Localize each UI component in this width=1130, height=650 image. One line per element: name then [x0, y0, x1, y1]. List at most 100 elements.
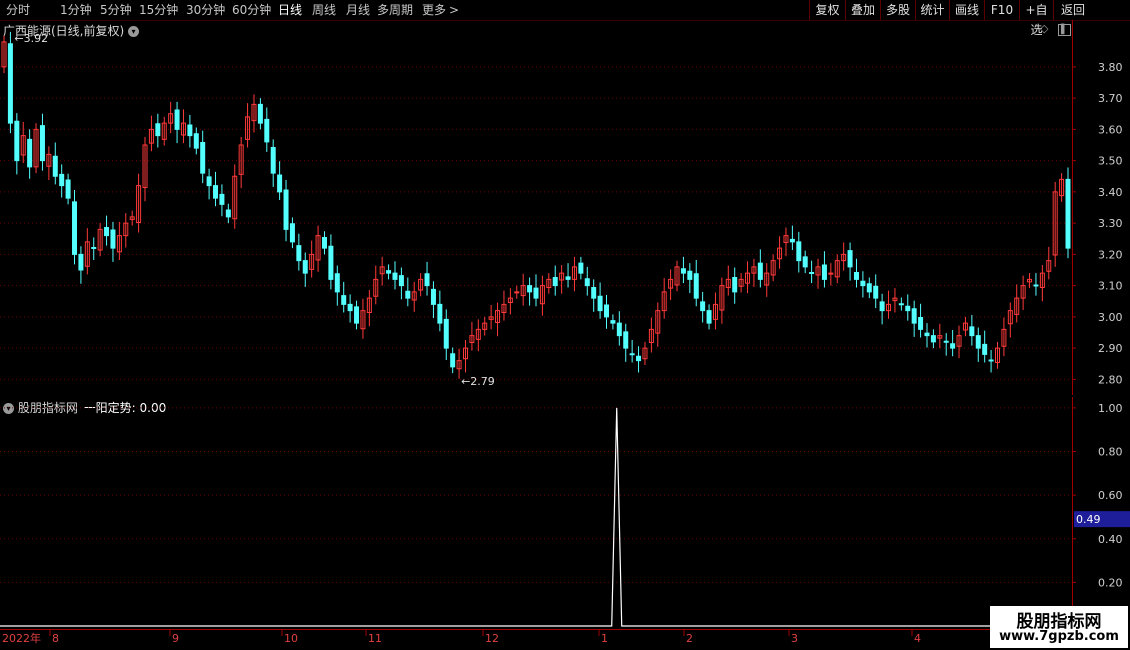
- x-tick-label: 2: [686, 632, 693, 645]
- candle-body: [796, 241, 802, 262]
- candlestick-chart[interactable]: 3.80 3.70 3.60 3.50 3.40 3.30 3.20 3.10 3.00 2.90…: [0, 20, 1130, 395]
- candle-body: [39, 125, 45, 162]
- candle: [1020, 275, 1026, 310]
- candle: [1065, 167, 1071, 259]
- toolbar-button[interactable]: 统计: [915, 0, 949, 20]
- candle: [648, 317, 654, 353]
- candle: [193, 127, 199, 155]
- candle: [482, 316, 488, 336]
- candle-body: [405, 290, 411, 299]
- candle: [136, 173, 142, 233]
- candle: [674, 260, 680, 292]
- candle: [539, 275, 545, 316]
- candle: [924, 323, 930, 348]
- candle: [302, 252, 308, 287]
- candle-body: [14, 120, 20, 162]
- indicator-chart[interactable]: 1.00 0.80 0.60 0.40 0.20 0.49: [0, 397, 1130, 629]
- timeframe-tab[interactable]: 日线: [278, 1, 302, 19]
- timeframe-tab[interactable]: 月线: [346, 1, 370, 19]
- timeframe-tab[interactable]: 更多: [422, 1, 446, 19]
- y-tick-label: 1.00: [1098, 402, 1123, 415]
- y-tick-label: 2.80: [1098, 373, 1123, 386]
- candle: [629, 340, 635, 363]
- candle: [174, 101, 180, 144]
- toolbar-button[interactable]: 画线: [949, 0, 984, 20]
- candle-body: [321, 237, 327, 249]
- candle: [277, 161, 283, 200]
- timeframe-tab[interactable]: 1分钟: [60, 1, 92, 19]
- candle-body: [219, 193, 225, 205]
- candle: [386, 264, 392, 280]
- x-tick-label: 8: [52, 632, 59, 645]
- date-axis: 2022年 8 9 10 11 12 1 2 3 4: [0, 629, 1072, 645]
- x-tick-label: 11: [368, 632, 382, 645]
- candle-body: [924, 332, 930, 337]
- x-tick-label: 3: [791, 632, 798, 645]
- candle-body: [610, 320, 616, 324]
- timeframe-tab[interactable]: 多周期: [377, 1, 413, 19]
- candle: [168, 101, 174, 134]
- candle: [46, 146, 52, 180]
- timeframe-tab[interactable]: 周线: [312, 1, 336, 19]
- candle: [950, 330, 956, 357]
- candle-body: [969, 326, 975, 337]
- candle: [693, 260, 699, 307]
- candle: [751, 258, 757, 287]
- candle: [238, 136, 244, 189]
- candle: [7, 31, 13, 134]
- candle: [655, 302, 661, 347]
- toolbar-button[interactable]: 叠加: [845, 0, 880, 20]
- candle: [142, 136, 148, 202]
- timeframe-tab[interactable]: 15分钟: [139, 1, 178, 19]
- candle: [597, 282, 603, 319]
- candle: [930, 329, 936, 349]
- candle: [418, 273, 424, 297]
- toolbar-button[interactable]: 返回: [1053, 0, 1092, 20]
- toolbar-button[interactable]: F10: [984, 0, 1019, 20]
- candle: [450, 347, 456, 374]
- x-tick-label: 12: [485, 632, 499, 645]
- candle: [591, 279, 597, 312]
- candle-body: [443, 318, 449, 349]
- candle: [155, 113, 161, 148]
- candle-body: [847, 250, 853, 268]
- candle-body: [879, 301, 885, 312]
- candle: [918, 303, 924, 338]
- candle: [687, 263, 693, 294]
- candle: [982, 330, 988, 363]
- toolbar-button[interactable]: +自选: [1019, 0, 1053, 37]
- candle: [988, 350, 994, 373]
- candle: [1039, 265, 1045, 302]
- candle: [495, 302, 501, 337]
- candle-body: [866, 283, 872, 293]
- candle-body: [527, 285, 533, 293]
- candle: [488, 305, 494, 330]
- candle-body: [591, 287, 597, 299]
- candle-body: [578, 262, 584, 274]
- candle: [39, 113, 45, 171]
- candle: [360, 298, 366, 339]
- candle: [841, 242, 847, 271]
- candle-body: [1065, 178, 1071, 249]
- candle: [379, 256, 385, 286]
- more-arrow-icon[interactable]: >: [449, 1, 459, 19]
- candle-body: [283, 189, 289, 230]
- candle: [533, 274, 539, 307]
- toolbar-button[interactable]: 多股: [880, 0, 915, 20]
- timeframe-tab[interactable]: 分时: [6, 1, 30, 19]
- toolbar-button[interactable]: 复权: [809, 0, 845, 20]
- candle-body: [270, 147, 276, 174]
- timeframe-tab[interactable]: 30分钟: [186, 1, 225, 19]
- candle: [552, 265, 558, 296]
- candle: [712, 292, 718, 330]
- candle: [879, 293, 885, 325]
- timeframe-tab[interactable]: 5分钟: [100, 1, 132, 19]
- candle-body: [392, 272, 398, 280]
- candle: [706, 304, 712, 330]
- y-tick-label: 0.40: [1098, 533, 1123, 546]
- candle-body: [982, 343, 988, 355]
- x-tick-label: 9: [172, 632, 179, 645]
- candle: [52, 142, 58, 185]
- candle: [700, 291, 706, 323]
- timeframe-tab[interactable]: 60分钟: [232, 1, 271, 19]
